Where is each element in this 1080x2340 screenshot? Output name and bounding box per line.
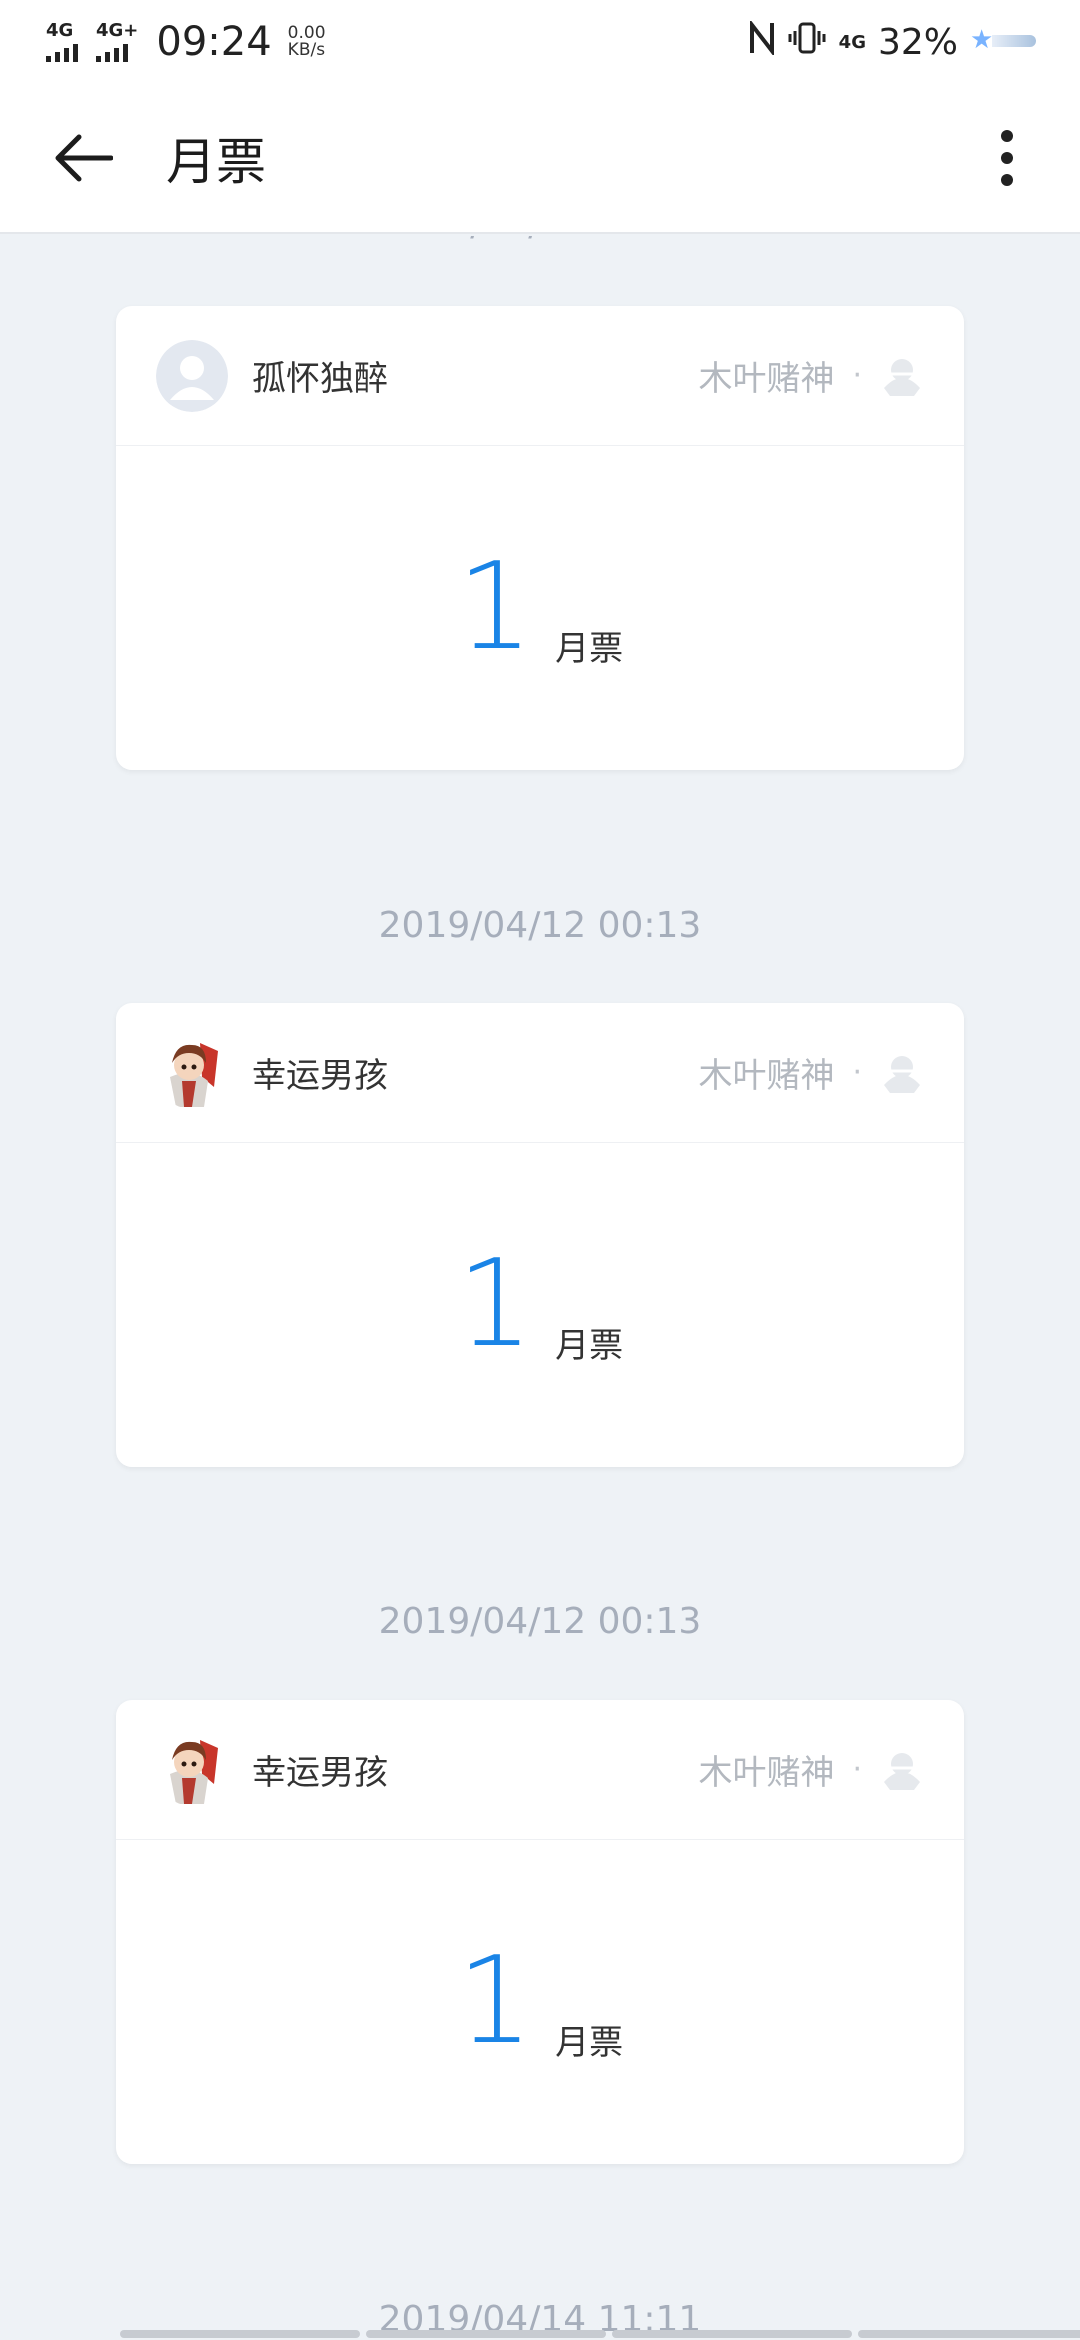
vote-card[interactable]: 孤怀独醉 木叶赌神 · 1 月票 xyxy=(116,306,964,770)
signal-bars-icon xyxy=(46,42,78,62)
nfc-icon xyxy=(749,19,775,63)
feed-entry: 2019/04/12 00:13 xyxy=(0,1592,1080,1652)
signal-2-label: 4G+ xyxy=(96,20,139,41)
feed-entry: 2019/04/10 21:23 xyxy=(0,236,1080,254)
status-right: 4G 32% ★ xyxy=(749,19,1036,63)
vote-count: 1 xyxy=(456,1932,534,2071)
user-name[interactable]: 孤怀独醉 xyxy=(252,351,388,400)
book-name[interactable]: 木叶赌神 xyxy=(698,351,834,400)
signal-1: 4G xyxy=(46,22,78,62)
card-header: 幸运男孩 木叶赌神 · xyxy=(116,1003,964,1143)
vote-card[interactable]: 幸运男孩 木叶赌神 · 1 月票 xyxy=(116,1003,964,1467)
more-options-button[interactable] xyxy=(962,103,1052,213)
app-bar: 月票 xyxy=(0,84,1080,234)
vote-feed[interactable]: 2019/04/10 21:23 孤怀独醉 木叶赌神 · 1 月票 xyxy=(0,236,1080,2340)
status-bar: 4G 4G+ 09:24 0.00 KB/s 4G 32% ★ xyxy=(0,0,1080,84)
bottom-card-edges xyxy=(120,2330,1080,2338)
vip-badge-icon xyxy=(884,1055,920,1093)
signal-1-label: 4G xyxy=(46,20,74,41)
vote-card[interactable]: 幸运男孩 木叶赌神 · 1 月票 xyxy=(116,1700,964,2164)
feed-entry: 2019/04/12 00:13 xyxy=(0,896,1080,956)
page-title: 月票 xyxy=(166,133,266,191)
entry-timestamp: 2019/04/10 21:23 xyxy=(0,236,1080,254)
character-avatar[interactable] xyxy=(156,1733,228,1806)
user-name[interactable]: 幸运男孩 xyxy=(252,1745,388,1794)
vote-unit: 月票 xyxy=(555,629,624,669)
card-header: 孤怀独醉 木叶赌神 · xyxy=(116,306,964,446)
default-avatar[interactable] xyxy=(156,339,228,412)
vote-count: 1 xyxy=(456,538,534,677)
net-speed-unit: KB/s xyxy=(287,40,326,60)
vip-badge-icon xyxy=(884,1752,920,1790)
character-avatar[interactable] xyxy=(156,1036,228,1109)
vibrate-icon xyxy=(787,21,827,63)
user-name[interactable]: 幸运男孩 xyxy=(252,1048,388,1097)
book-name[interactable]: 木叶赌神 xyxy=(698,1745,834,1794)
card-body: 1 月票 xyxy=(116,1143,964,1467)
vote-count: 1 xyxy=(456,1235,534,1374)
arrow-left-icon xyxy=(55,134,113,182)
clock: 09:24 xyxy=(156,19,272,65)
battery-percent: 32% xyxy=(877,21,958,63)
book-name[interactable]: 木叶赌神 xyxy=(698,1048,834,1097)
status-left: 4G 4G+ 09:24 0.00 KB/s xyxy=(46,19,326,65)
vote-unit: 月票 xyxy=(555,2023,624,2063)
entry-timestamp: 2019/04/12 00:13 xyxy=(378,1601,702,1642)
separator: · xyxy=(852,1055,862,1090)
net-speed: 0.00 KB/s xyxy=(288,25,326,59)
card-body: 1 月票 xyxy=(116,1840,964,2164)
card-body: 1 月票 xyxy=(116,446,964,770)
lte-indicator: 4G xyxy=(838,31,866,53)
entry-timestamp: 2019/04/12 00:13 xyxy=(378,905,702,946)
separator: · xyxy=(852,1752,862,1787)
separator: · xyxy=(852,358,862,393)
card-header: 幸运男孩 木叶赌神 · xyxy=(116,1700,964,1840)
signal-2: 4G+ xyxy=(96,22,138,62)
vip-badge-icon xyxy=(884,358,920,396)
vote-unit: 月票 xyxy=(555,1326,624,1366)
shooting-star-icon: ★ xyxy=(970,27,1036,57)
back-button[interactable] xyxy=(28,103,138,213)
signal-bars-icon xyxy=(96,42,128,62)
